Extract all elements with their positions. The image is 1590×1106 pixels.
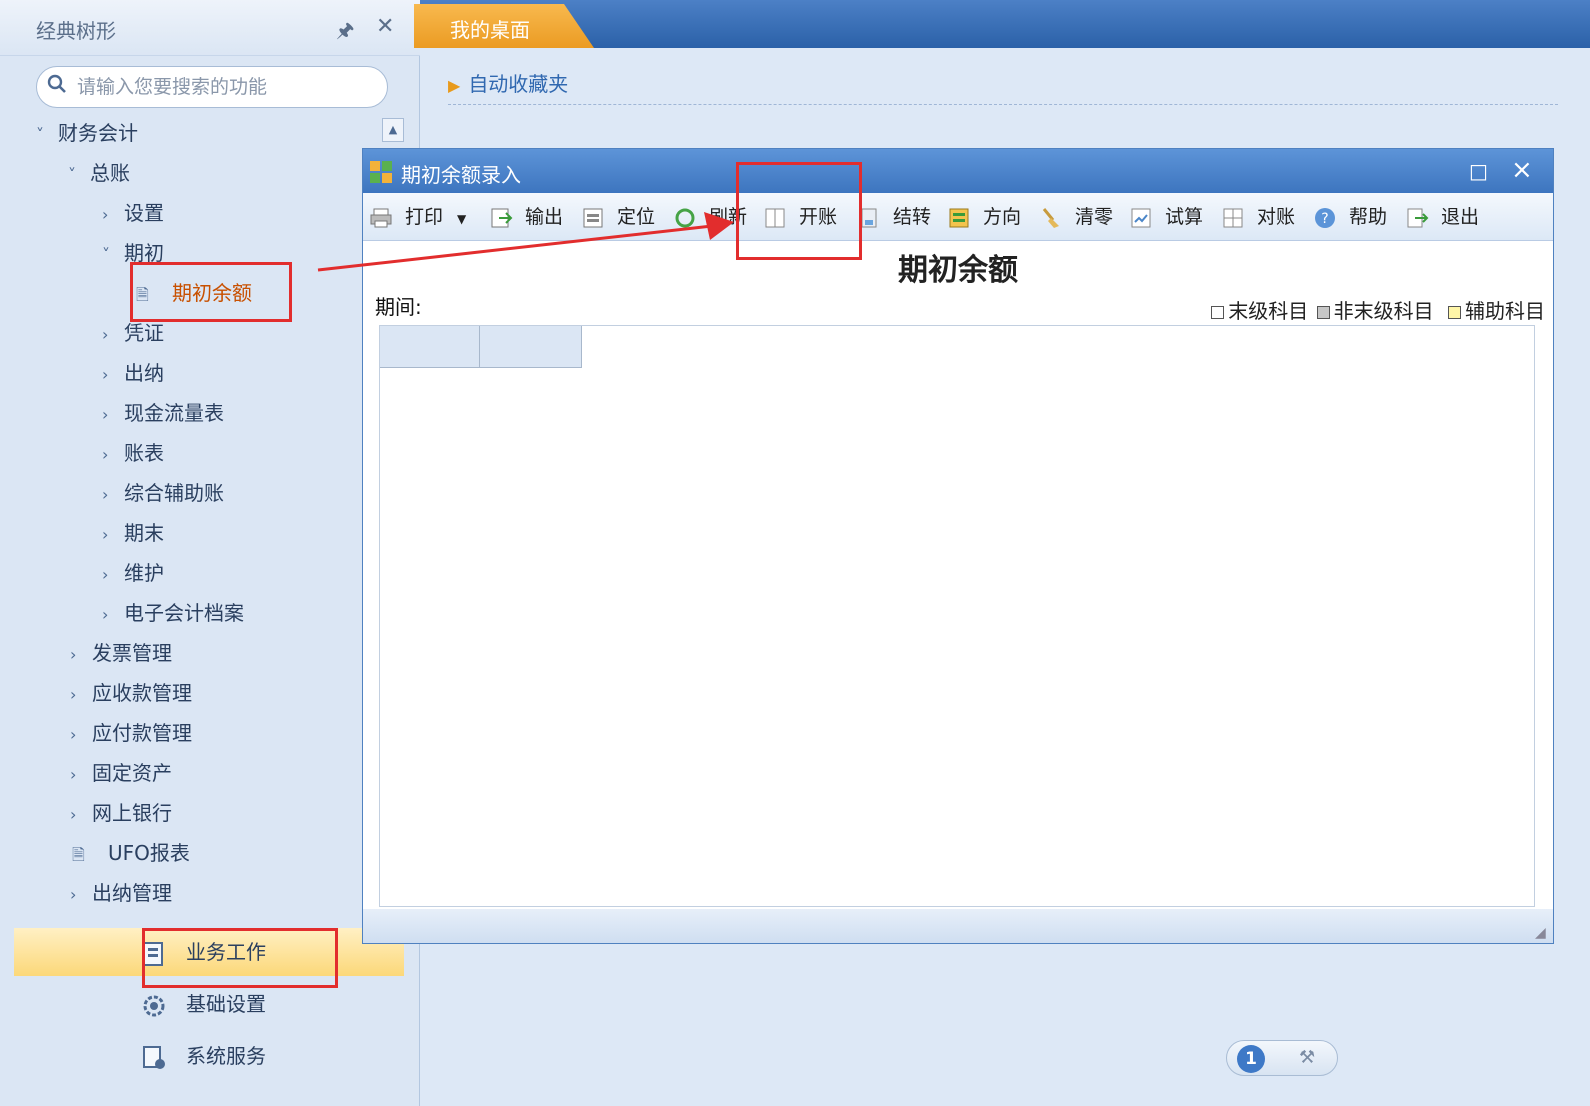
tree-node-period-end[interactable]: › 期末 bbox=[102, 514, 164, 552]
search-input[interactable] bbox=[77, 73, 377, 101]
carry-forward-button[interactable]: 结转 bbox=[857, 203, 931, 231]
grid-header-cell[interactable] bbox=[380, 326, 480, 368]
tree-node-maintenance[interactable]: › 维护 bbox=[102, 554, 164, 592]
tree-node-receivable[interactable]: › 应收款管理 bbox=[70, 674, 192, 712]
help-icon: ? bbox=[1315, 207, 1335, 228]
tree-node-fixed-assets[interactable]: › 固定资产 bbox=[70, 754, 172, 792]
period-label: 期间: bbox=[375, 295, 422, 319]
trial-balance-button[interactable]: 试算 bbox=[1129, 203, 1203, 231]
legend: 末级科目 非末级科目 辅助科目 bbox=[1211, 295, 1545, 324]
tree-node-cashier-mgmt[interactable]: › 出纳管理 bbox=[70, 874, 172, 912]
chevron-right-icon: › bbox=[102, 205, 109, 224]
gear-icon bbox=[143, 995, 165, 1016]
chevron-right-icon: › bbox=[102, 405, 109, 424]
tree-node-general-ledger[interactable]: ˅ 总账 bbox=[68, 154, 130, 192]
tree-node-e-archive[interactable]: › 电子会计档案 bbox=[102, 594, 244, 632]
dialog-titlebar[interactable]: 期初余额录入 □ × bbox=[363, 149, 1553, 193]
chevron-right-icon: › bbox=[102, 485, 109, 504]
tree-node-payable[interactable]: › 应付款管理 bbox=[70, 714, 192, 752]
auto-favorites[interactable]: ▶ 自动收藏夹 bbox=[448, 68, 568, 97]
chevron-right-icon: › bbox=[70, 725, 77, 744]
chevron-right-icon: › bbox=[70, 885, 77, 904]
panel-header: 经典树形 🖈 ✕ bbox=[0, 0, 420, 56]
chevron-right-icon: › bbox=[102, 365, 109, 384]
tree-node-reports[interactable]: › 账表 bbox=[102, 434, 164, 472]
tree-node-invoice[interactable]: › 发票管理 bbox=[70, 634, 172, 672]
highlight-business-work bbox=[142, 928, 338, 988]
direction-button[interactable]: 方向 bbox=[947, 203, 1021, 231]
tab-bar bbox=[420, 0, 1590, 48]
resize-grip-icon[interactable]: ◢ bbox=[1535, 925, 1546, 941]
search-box[interactable] bbox=[36, 66, 388, 108]
tree-node-settings[interactable]: › 设置 bbox=[102, 194, 164, 232]
divider bbox=[448, 104, 1558, 105]
exit-button[interactable]: 退出 bbox=[1405, 203, 1479, 231]
tree-node-cashier[interactable]: › 出纳 bbox=[102, 354, 164, 392]
help-button[interactable]: ? 帮助 bbox=[1313, 203, 1387, 231]
highlight-open-account bbox=[736, 162, 862, 260]
reconcile-button[interactable]: 对账 bbox=[1221, 203, 1295, 231]
panel-title: 经典树形 bbox=[36, 19, 116, 43]
pin-icon[interactable]: 🖈 bbox=[336, 16, 355, 50]
svg-text:?: ? bbox=[1321, 211, 1328, 227]
reconcile-icon bbox=[1223, 208, 1243, 227]
legend-swatch-leaf bbox=[1211, 306, 1225, 319]
legend-swatch-auxiliary bbox=[1448, 306, 1461, 319]
close-icon[interactable]: ✕ bbox=[376, 14, 394, 39]
grid-header-cell[interactable] bbox=[480, 326, 582, 368]
app-grid-icon bbox=[370, 161, 392, 183]
tab-my-desktop[interactable]: 我的桌面 bbox=[414, 4, 594, 48]
clear-button[interactable]: 清零 bbox=[1039, 203, 1113, 231]
chevron-right-icon: › bbox=[70, 765, 77, 784]
broom-icon bbox=[1042, 207, 1059, 228]
tree-node-online-banking[interactable]: › 网上银行 bbox=[70, 794, 172, 832]
exit-icon bbox=[1407, 208, 1429, 227]
chevron-right-icon: › bbox=[70, 805, 77, 824]
chevron-right-icon: › bbox=[102, 525, 109, 544]
chevron-right-icon: › bbox=[102, 605, 109, 624]
document-icon: 🗎 bbox=[72, 845, 85, 864]
trial-balance-icon bbox=[1131, 208, 1151, 227]
annotation-arrow bbox=[317, 212, 734, 272]
page-switcher[interactable]: 1 ⚒ bbox=[1226, 1040, 1338, 1076]
chevron-right-icon: › bbox=[102, 325, 109, 344]
page-number[interactable]: 1 bbox=[1237, 1045, 1265, 1073]
search-icon bbox=[47, 74, 66, 93]
chevron-down-icon: ˅ bbox=[36, 125, 44, 144]
maximize-icon[interactable]: □ bbox=[1469, 159, 1488, 183]
wrench-icon[interactable]: ⚒ bbox=[1299, 1047, 1315, 1068]
dialog-statusbar bbox=[363, 909, 1553, 943]
legend-swatch-non-leaf bbox=[1316, 306, 1330, 319]
tree-node-ufo-report[interactable]: 🗎 UFO报表 bbox=[72, 834, 190, 872]
chevron-right-icon: › bbox=[102, 565, 109, 584]
tree-node-finance[interactable]: ˅ 财务会计 bbox=[36, 114, 138, 152]
chevron-down-icon: ˅ bbox=[102, 245, 110, 264]
chevron-right-icon: › bbox=[70, 685, 77, 704]
chevron-right-icon: › bbox=[102, 445, 109, 464]
tree-node-cash-flow[interactable]: › 现金流量表 bbox=[102, 394, 224, 432]
dialog-title: 期初余额录入 bbox=[401, 163, 521, 187]
tree-node-aux-ledger[interactable]: › 综合辅助账 bbox=[102, 474, 224, 512]
direction-icon bbox=[949, 208, 969, 227]
balance-grid[interactable] bbox=[379, 325, 1535, 907]
chevron-right-icon: › bbox=[70, 645, 77, 664]
nav-system-services[interactable]: 系统服务 bbox=[140, 1032, 266, 1080]
service-icon bbox=[143, 1045, 165, 1069]
triangle-right-icon: ▶ bbox=[448, 76, 461, 95]
chevron-down-icon: ˅ bbox=[68, 165, 76, 184]
close-icon[interactable]: × bbox=[1511, 155, 1533, 185]
highlight-opening-balance bbox=[130, 262, 292, 322]
